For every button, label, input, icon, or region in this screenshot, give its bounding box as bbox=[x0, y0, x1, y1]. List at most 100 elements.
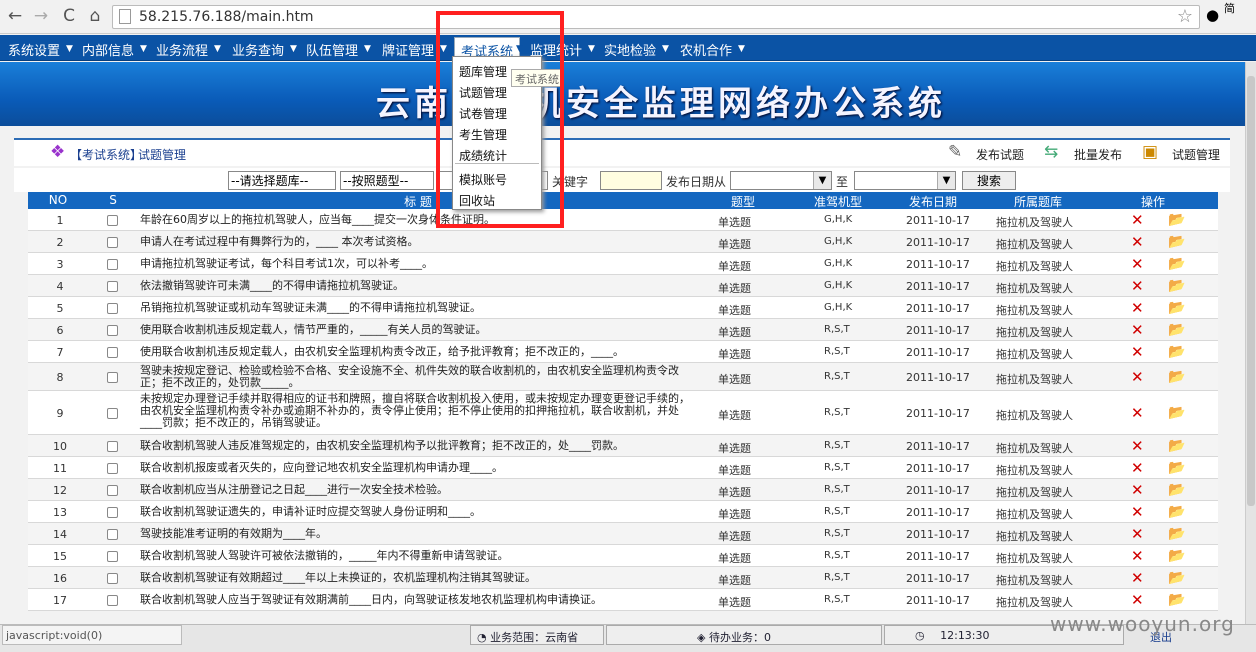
table-header: NO S 标 题 题型 准驾机型 发布日期 所属题库 操作 bbox=[28, 192, 1218, 209]
edit-folder-icon[interactable]: 📂 bbox=[1168, 504, 1185, 520]
date-to-dropdown-icon[interactable]: ▼ bbox=[937, 172, 955, 189]
batch-publish-icon[interactable]: ⇆ bbox=[1044, 142, 1058, 162]
row-date: 2011-10-17 bbox=[906, 346, 970, 359]
scroll-thumb[interactable] bbox=[1247, 76, 1255, 506]
breadcrumb-page[interactable]: 试题管理 bbox=[138, 146, 186, 163]
row-checkbox[interactable] bbox=[107, 463, 118, 474]
row-checkbox[interactable] bbox=[107, 408, 118, 419]
edit-folder-icon[interactable]: 📂 bbox=[1168, 548, 1185, 564]
row-title: 联合收割机驾驶证有效期超过____年以上未换证的，农机监理机构注销其驾驶证。 bbox=[140, 571, 536, 584]
row-no: 17 bbox=[53, 594, 67, 607]
address-bar[interactable]: 58.215.76.188/main.htm ☆ bbox=[112, 5, 1200, 29]
breadcrumb: ❖ 【考试系统】 试题管理 ✎ 发布试题 ⇆ 批量发布 ▣ 试题管理 bbox=[14, 138, 1230, 166]
cookie-extension-icon[interactable]: ● bbox=[1206, 6, 1219, 24]
delete-icon[interactable]: ✕ bbox=[1131, 437, 1144, 455]
table-row: 15 联合收割机驾驶人驾驶许可被依法撤销的，_____年内不得重新申请驾驶证。 单选… bbox=[28, 545, 1218, 567]
manage-icon[interactable]: ▣ bbox=[1142, 142, 1158, 162]
edit-folder-icon[interactable]: 📂 bbox=[1168, 570, 1185, 586]
delete-icon[interactable]: ✕ bbox=[1131, 343, 1144, 361]
edit-folder-icon[interactable]: 📂 bbox=[1168, 212, 1185, 228]
menu-item-4[interactable]: 队伍管理 bbox=[306, 40, 358, 59]
row-title: 使用联合收割机违反规定载人，由农机安全监理机构责令改正，给予批评教育；拒不改正的… bbox=[140, 345, 624, 358]
row-checkbox[interactable] bbox=[107, 529, 118, 540]
row-no: 3 bbox=[56, 258, 64, 271]
delete-icon[interactable]: ✕ bbox=[1131, 368, 1144, 386]
forward-icon[interactable]: → bbox=[30, 6, 52, 26]
edit-folder-icon[interactable]: 📂 bbox=[1168, 482, 1185, 498]
page-scrollbar[interactable] bbox=[1245, 62, 1256, 624]
row-checkbox[interactable] bbox=[107, 485, 118, 496]
row-checkbox[interactable] bbox=[107, 573, 118, 584]
edit-folder-icon[interactable]: 📂 bbox=[1168, 592, 1185, 608]
delete-icon[interactable]: ✕ bbox=[1131, 569, 1144, 587]
row-checkbox[interactable] bbox=[107, 551, 118, 562]
delete-icon[interactable]: ✕ bbox=[1131, 211, 1144, 229]
row-model: R,S,T bbox=[824, 594, 850, 605]
row-checkbox[interactable] bbox=[107, 347, 118, 358]
row-checkbox[interactable] bbox=[107, 259, 118, 270]
row-checkbox[interactable] bbox=[107, 281, 118, 292]
row-checkbox[interactable] bbox=[107, 325, 118, 336]
reload-icon[interactable]: C bbox=[58, 6, 80, 26]
edit-folder-icon[interactable]: 📂 bbox=[1168, 300, 1185, 316]
date-from-input[interactable]: ▼ bbox=[730, 171, 832, 190]
delete-icon[interactable]: ✕ bbox=[1131, 255, 1144, 273]
menu-item-8[interactable]: 实地检验 bbox=[604, 40, 656, 59]
edit-folder-icon[interactable]: 📂 bbox=[1168, 278, 1185, 294]
back-icon[interactable]: ← bbox=[4, 6, 26, 26]
delete-icon[interactable]: ✕ bbox=[1131, 547, 1144, 565]
menu-chevron-down-icon: ▼ bbox=[662, 44, 669, 54]
row-checkbox[interactable] bbox=[107, 441, 118, 452]
delete-icon[interactable]: ✕ bbox=[1131, 459, 1144, 477]
type-select[interactable]: --按照题型-- bbox=[340, 171, 434, 190]
delete-icon[interactable]: ✕ bbox=[1131, 233, 1144, 251]
clock-icon: ◷ bbox=[915, 629, 929, 642]
delete-icon[interactable]: ✕ bbox=[1131, 321, 1144, 339]
date-to-input[interactable]: ▼ bbox=[854, 171, 956, 190]
bank-select[interactable]: --请选择题库-- bbox=[228, 171, 336, 190]
keyword-input[interactable] bbox=[600, 171, 662, 190]
date-from-dropdown-icon[interactable]: ▼ bbox=[813, 172, 831, 189]
menu-item-1[interactable]: 内部信息 bbox=[82, 40, 134, 59]
row-checkbox[interactable] bbox=[107, 507, 118, 518]
delete-icon[interactable]: ✕ bbox=[1131, 591, 1144, 609]
row-checkbox[interactable] bbox=[107, 595, 118, 606]
todo-status[interactable]: ◈ 待办业务：0 bbox=[606, 625, 882, 645]
menu-item-2[interactable]: 业务流程 bbox=[156, 40, 208, 59]
delete-icon[interactable]: ✕ bbox=[1131, 481, 1144, 499]
edit-folder-icon[interactable]: 📂 bbox=[1168, 526, 1185, 542]
manage-button[interactable]: 试题管理 bbox=[1172, 146, 1220, 163]
bookmark-star-icon[interactable]: ☆ bbox=[1177, 6, 1193, 27]
edit-folder-icon[interactable]: 📂 bbox=[1168, 344, 1185, 360]
row-model: R,S,T bbox=[824, 324, 850, 335]
edit-folder-icon[interactable]: 📂 bbox=[1168, 405, 1185, 421]
menu-item-0[interactable]: 系统设置 bbox=[8, 40, 60, 59]
row-bank: 拖拉机及驾驶人 bbox=[996, 304, 1073, 317]
menu-item-5[interactable]: 牌证管理 bbox=[382, 40, 434, 59]
delete-icon[interactable]: ✕ bbox=[1131, 404, 1144, 422]
edit-folder-icon[interactable]: 📂 bbox=[1168, 256, 1185, 272]
user-badge[interactable]: 简 bbox=[1224, 0, 1235, 16]
breadcrumb-module[interactable]: 【考试系统】 bbox=[70, 146, 142, 163]
delete-icon[interactable]: ✕ bbox=[1131, 525, 1144, 543]
menu-item-3[interactable]: 业务查询 bbox=[232, 40, 284, 59]
menu-item-9[interactable]: 农机合作 bbox=[680, 40, 732, 59]
delete-icon[interactable]: ✕ bbox=[1131, 503, 1144, 521]
publish-icon[interactable]: ✎ bbox=[948, 142, 962, 162]
row-checkbox[interactable] bbox=[107, 303, 118, 314]
edit-folder-icon[interactable]: 📂 bbox=[1168, 438, 1185, 454]
edit-folder-icon[interactable]: 📂 bbox=[1168, 322, 1185, 338]
row-checkbox[interactable] bbox=[107, 372, 118, 383]
edit-folder-icon[interactable]: 📂 bbox=[1168, 460, 1185, 476]
delete-icon[interactable]: ✕ bbox=[1131, 299, 1144, 317]
search-button[interactable]: 搜索 bbox=[962, 171, 1016, 190]
edit-folder-icon[interactable]: 📂 bbox=[1168, 234, 1185, 250]
row-checkbox[interactable] bbox=[107, 237, 118, 248]
delete-icon[interactable]: ✕ bbox=[1131, 277, 1144, 295]
home-icon[interactable]: ⌂ bbox=[84, 6, 106, 26]
row-checkbox[interactable] bbox=[107, 215, 118, 226]
edit-folder-icon[interactable]: 📂 bbox=[1168, 369, 1185, 385]
batch-publish-button[interactable]: 批量发布 bbox=[1074, 146, 1122, 163]
publish-button[interactable]: 发布试题 bbox=[976, 146, 1024, 163]
todo-text[interactable]: 待办业务：0 bbox=[709, 631, 771, 644]
